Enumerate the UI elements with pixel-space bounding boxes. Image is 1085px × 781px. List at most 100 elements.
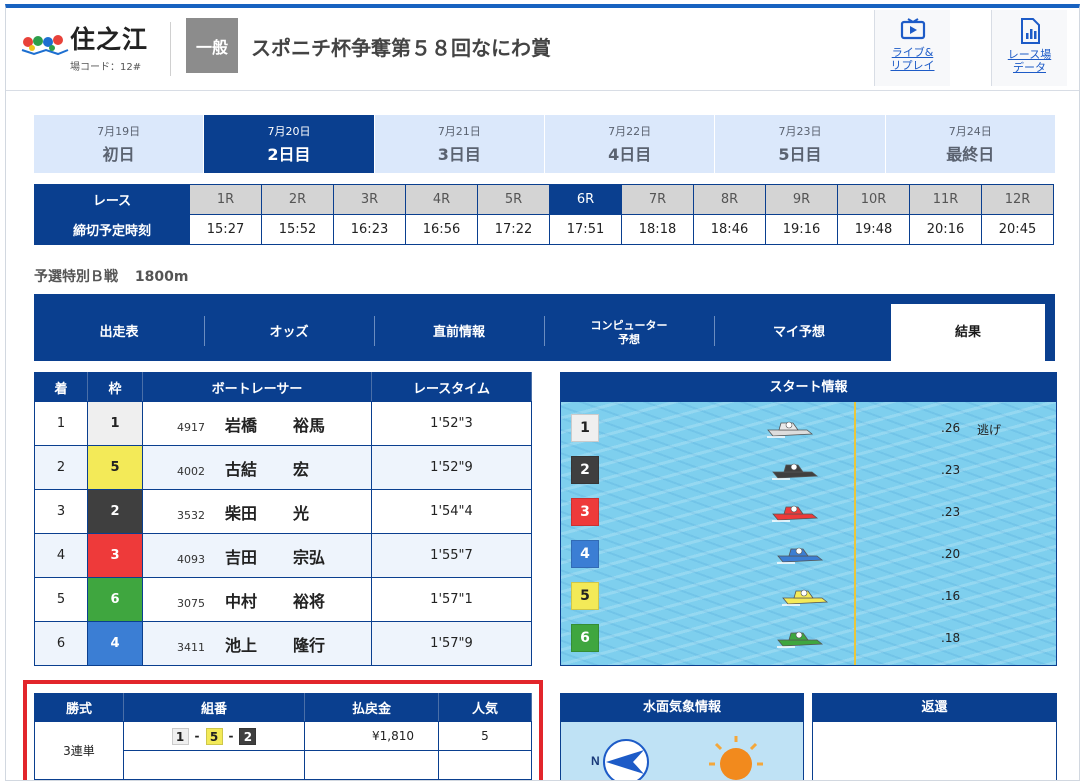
race-number-cell[interactable]: 6R xyxy=(549,184,622,215)
venue-code: 場コード：12# xyxy=(70,62,142,73)
start-info-title: スタート情報 xyxy=(561,373,1056,402)
day-tab[interactable]: 7月24日 最終日 xyxy=(885,115,1055,173)
nav-tab-label: オッズ xyxy=(269,324,309,340)
course-badge: 4 xyxy=(571,540,599,568)
deadline-time-cell: 17:51 xyxy=(549,214,622,245)
finish-rank: 5 xyxy=(34,577,88,622)
race-number-cell[interactable]: 11R xyxy=(909,184,982,215)
start-row: 2 .23 xyxy=(561,456,1056,486)
nav-tab[interactable]: マイ予想 xyxy=(714,304,884,361)
nav-tab-label: 出走表 xyxy=(99,324,139,340)
nav-tab[interactable]: 出走表 xyxy=(34,304,204,361)
result-row[interactable]: 2 5 4002 古結 宏 1'52"9 xyxy=(34,445,532,490)
race-number-cell[interactable]: 9R xyxy=(765,184,838,215)
page-header: 住之江 場コード：12# 一般 スポニチ杯争奪第５８回なにわ賞 ライブ& リプレ… xyxy=(6,8,1079,91)
header-divider xyxy=(170,22,171,76)
racer-cell[interactable]: 4917 岩橋 裕馬 xyxy=(142,401,372,446)
race-number-cell[interactable]: 1R xyxy=(189,184,262,215)
boat-icon xyxy=(767,421,814,438)
race-number-cell[interactable]: 3R xyxy=(333,184,406,215)
race-number-cell[interactable]: 7R xyxy=(621,184,694,215)
day-tab[interactable]: 7月21日 3日目 xyxy=(374,115,544,173)
deadline-time-cell: 20:16 xyxy=(909,214,982,245)
racer-cell[interactable]: 4002 古結 宏 xyxy=(142,445,372,490)
racer-cell[interactable]: 3532 柴田 光 xyxy=(142,489,372,534)
racer-name[interactable]: 吉田 宗弘 xyxy=(225,544,337,568)
racer-name[interactable]: 中村 裕将 xyxy=(225,588,337,612)
start-row: 4 .20 xyxy=(561,540,1056,570)
popularity: 5 xyxy=(438,721,532,751)
racer-cell[interactable]: 4093 吉田 宗弘 xyxy=(142,533,372,578)
day-tab[interactable]: 7月23日 5日目 xyxy=(715,115,885,173)
result-row[interactable]: 5 6 3075 中村 裕将 1'57"1 xyxy=(34,577,532,622)
weather-body: N xyxy=(561,722,803,780)
start-timing: .23 xyxy=(941,463,961,477)
deadline-time-cell: 18:46 xyxy=(693,214,766,245)
deadline-row-header: 締切予定時刻 xyxy=(34,214,190,245)
live-replay-button[interactable]: ライブ& リプレイ xyxy=(874,10,950,86)
day-tab[interactable]: 7月20日 2日目 xyxy=(204,115,374,173)
racer-cell[interactable]: 3075 中村 裕将 xyxy=(142,577,372,622)
race-class: 予選特別Ｂ戦 xyxy=(34,269,118,285)
frame-number: 2 xyxy=(87,489,143,534)
boat-icon xyxy=(772,505,819,522)
wind-direction-icon xyxy=(603,739,649,780)
race-number-cell[interactable]: 12R xyxy=(981,184,1054,215)
racer-given-name: 裕将 xyxy=(293,591,326,611)
venue-data-button[interactable]: レース場 データ xyxy=(991,10,1067,86)
racer-name[interactable]: 柴田 光 xyxy=(225,500,337,524)
frame-number: 3 xyxy=(87,533,143,578)
racer-cell[interactable]: 3411 池上 隆行 xyxy=(142,621,372,666)
course-badge: 3 xyxy=(571,498,599,526)
refund-panel: 返還 xyxy=(812,693,1057,780)
race-number-cell[interactable]: 4R xyxy=(405,184,478,215)
nav-tab-label: コンピューター 予想 xyxy=(590,318,668,346)
race-time: 1'54"4 xyxy=(371,489,532,534)
race-number-cell[interactable]: 2R xyxy=(261,184,334,215)
nav-tab[interactable]: 直前情報 xyxy=(374,304,544,361)
race-time: 1'55"7 xyxy=(371,533,532,578)
racer-reg-number: 3532 xyxy=(177,508,205,522)
boat-icon xyxy=(777,631,824,648)
result-row[interactable]: 1 1 4917 岩橋 裕馬 1'52"3 xyxy=(34,401,532,446)
nav-tab[interactable]: 結果 xyxy=(891,304,1045,361)
frame-number: 4 xyxy=(87,621,143,666)
col-combination: 組番 xyxy=(123,693,305,722)
racer-family-name: 岩橋 xyxy=(225,415,258,435)
boat-icon xyxy=(772,463,819,480)
frame-number: 6 xyxy=(87,577,143,622)
day-tab[interactable]: 7月22日 4日目 xyxy=(544,115,715,173)
race-time: 1'57"9 xyxy=(371,621,532,666)
frame-number: 5 xyxy=(87,445,143,490)
day-label: 3日目 xyxy=(437,145,481,164)
race-time: 1'57"1 xyxy=(371,577,532,622)
race-number-cell[interactable]: 8R xyxy=(693,184,766,215)
empty-cell xyxy=(123,750,305,780)
col-popularity: 人気 xyxy=(438,693,532,722)
start-row: 6 .18 xyxy=(561,624,1056,654)
racer-name[interactable]: 古結 宏 xyxy=(225,456,337,480)
racer-name[interactable]: 池上 隆行 xyxy=(225,632,337,656)
bet-type: 3連単 xyxy=(34,721,124,780)
day-date: 7月23日 xyxy=(778,125,822,138)
nav-tab[interactable]: コンピューター 予想 xyxy=(544,304,714,361)
col-bet-type: 勝式 xyxy=(34,693,124,722)
result-table: 着 枠 ボートレーサー レースタイム 1 1 4917 岩橋 裕馬 1'52"3 2… xyxy=(34,372,532,666)
nav-tab[interactable]: オッズ xyxy=(204,304,374,361)
boat-icon xyxy=(777,547,824,564)
race-number-cell[interactable]: 10R xyxy=(837,184,910,215)
start-timing: .20 xyxy=(941,547,961,561)
race-number-cell[interactable]: 5R xyxy=(477,184,550,215)
day-date: 7月22日 xyxy=(608,125,652,138)
race-time: 1'52"3 xyxy=(371,401,532,446)
racer-name[interactable]: 岩橋 裕馬 xyxy=(225,412,337,436)
course-badge: 5 xyxy=(571,582,599,610)
deadline-time-cell: 16:56 xyxy=(405,214,478,245)
result-row[interactable]: 3 2 3532 柴田 光 1'54"4 xyxy=(34,489,532,534)
venue-name: 住之江 xyxy=(70,25,149,54)
day-tab[interactable]: 7月19日 初日 xyxy=(34,115,204,173)
result-row[interactable]: 6 4 3411 池上 隆行 1'57"9 xyxy=(34,621,532,666)
day-date: 7月24日 xyxy=(948,125,992,138)
result-row[interactable]: 4 3 4093 吉田 宗弘 1'55"7 xyxy=(34,533,532,578)
col-frame: 枠 xyxy=(87,372,143,402)
